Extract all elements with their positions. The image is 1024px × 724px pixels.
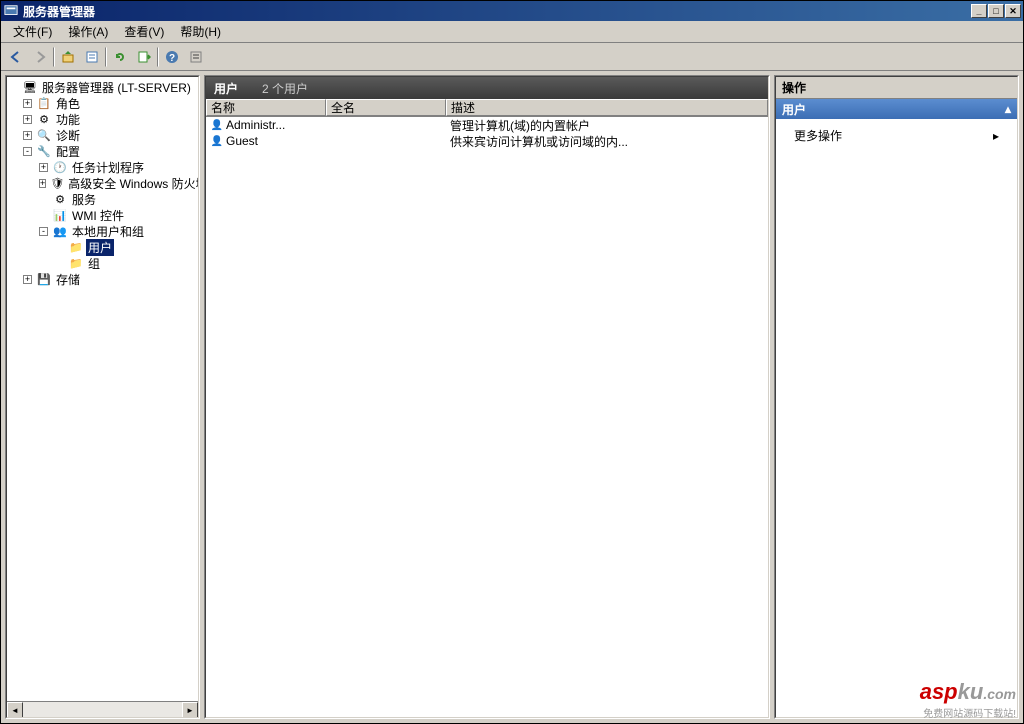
folder-icon: 📁	[68, 240, 84, 254]
toolbar: ?	[1, 43, 1023, 71]
help-button[interactable]: ?	[161, 46, 183, 68]
main-header: 用户 2 个用户	[206, 77, 768, 99]
users-icon: 👥	[52, 224, 68, 238]
firewall-icon: 🛡	[50, 176, 64, 190]
gear-icon: ⚙	[52, 192, 68, 206]
maximize-button[interactable]: □	[988, 4, 1004, 18]
actions-subtitle[interactable]: 用户 ▴	[776, 99, 1017, 119]
menu-file[interactable]: 文件(F)	[5, 21, 60, 42]
window-title: 服务器管理器	[23, 3, 971, 20]
up-button[interactable]	[57, 46, 79, 68]
col-name[interactable]: 名称	[206, 99, 326, 116]
actions-panel: 操作 用户 ▴ 更多操作 ▸	[774, 75, 1019, 719]
main-count: 2 个用户	[262, 80, 308, 97]
tree-diagnostics[interactable]: +🔍诊断	[9, 127, 196, 143]
tree-groups[interactable]: 📁组	[9, 255, 196, 271]
toolbar-separator	[105, 47, 107, 67]
collapse-icon[interactable]: -	[39, 227, 48, 236]
user-list[interactable]: 👤Administr... 管理计算机(域)的内置帐户 👤Guest 供来宾访问…	[206, 117, 768, 717]
expand-icon[interactable]: +	[39, 179, 46, 188]
content-area: 🖥服务器管理器 (LT-SERVER) +📋角色 +⚙功能 +🔍诊断 -🔧配置 …	[1, 71, 1023, 723]
list-row[interactable]: 👤Administr... 管理计算机(域)的内置帐户	[206, 117, 768, 133]
close-button[interactable]: ✕	[1005, 4, 1021, 18]
menu-action[interactable]: 操作(A)	[60, 21, 116, 42]
collapse-icon[interactable]: -	[23, 147, 32, 156]
scroll-track[interactable]	[23, 702, 182, 717]
actions-title: 操作	[776, 77, 1017, 99]
minimize-button[interactable]: _	[971, 4, 987, 18]
forward-button[interactable]	[29, 46, 51, 68]
toolbar-separator	[157, 47, 159, 67]
expand-icon[interactable]: +	[23, 275, 32, 284]
clock-icon: 🕐	[52, 160, 68, 174]
user-icon: 👤	[210, 134, 224, 148]
actions-body: 更多操作 ▸	[776, 119, 1017, 717]
tree-tasksched[interactable]: +🕐任务计划程序	[9, 159, 196, 175]
options-button[interactable]	[185, 46, 207, 68]
svg-text:?: ?	[169, 53, 175, 64]
tree-features[interactable]: +⚙功能	[9, 111, 196, 127]
nav-tree[interactable]: 🖥服务器管理器 (LT-SERVER) +📋角色 +⚙功能 +🔍诊断 -🔧配置 …	[7, 77, 198, 701]
properties-button[interactable]	[81, 46, 103, 68]
scroll-left-button[interactable]: ◄	[7, 702, 23, 718]
cell-name: Guest	[226, 134, 258, 148]
app-window: 服务器管理器 _ □ ✕ 文件(F) 操作(A) 查看(V) 帮助(H) ? 🖥…	[0, 0, 1024, 724]
export-button[interactable]	[133, 46, 155, 68]
main-title: 用户	[214, 80, 238, 97]
app-icon	[3, 3, 19, 19]
scroll-right-button[interactable]: ►	[182, 702, 198, 718]
tree-roles[interactable]: +📋角色	[9, 95, 196, 111]
menubar: 文件(F) 操作(A) 查看(V) 帮助(H)	[1, 21, 1023, 43]
cell-name: Administr...	[226, 118, 285, 132]
titlebar[interactable]: 服务器管理器 _ □ ✕	[1, 1, 1023, 21]
col-desc[interactable]: 描述	[446, 99, 768, 116]
list-row[interactable]: 👤Guest 供来宾访问计算机或访问域的内...	[206, 133, 768, 149]
tree-wmi[interactable]: 📊WMI 控件	[9, 207, 196, 223]
cell-desc: 管理计算机(域)的内置帐户	[450, 117, 590, 134]
tree-panel: 🖥服务器管理器 (LT-SERVER) +📋角色 +⚙功能 +🔍诊断 -🔧配置 …	[5, 75, 200, 719]
features-icon: ⚙	[36, 112, 52, 126]
menu-help[interactable]: 帮助(H)	[172, 21, 229, 42]
chevron-right-icon: ▸	[993, 129, 999, 143]
tree-root[interactable]: 🖥服务器管理器 (LT-SERVER)	[9, 79, 196, 95]
server-icon: 🖥	[22, 80, 38, 94]
toolbar-separator	[53, 47, 55, 67]
action-more[interactable]: 更多操作 ▸	[776, 123, 1017, 148]
collapse-arrow-icon: ▴	[1005, 102, 1011, 116]
menu-view[interactable]: 查看(V)	[116, 21, 172, 42]
expand-icon[interactable]: +	[23, 131, 32, 140]
cell-desc: 供来宾访问计算机或访问域的内...	[450, 133, 628, 150]
config-icon: 🔧	[36, 144, 52, 158]
window-controls: _ □ ✕	[971, 4, 1021, 18]
folder-icon: 📁	[68, 256, 84, 270]
roles-icon: 📋	[36, 96, 52, 110]
tree-storage[interactable]: +💾存储	[9, 271, 196, 287]
expand-icon[interactable]: +	[39, 163, 48, 172]
diagnostics-icon: 🔍	[36, 128, 52, 142]
wmi-icon: 📊	[52, 208, 68, 222]
storage-icon: 💾	[36, 272, 52, 286]
expand-icon[interactable]: +	[23, 99, 32, 108]
column-headers: 名称 全名 描述	[206, 99, 768, 117]
tree-config[interactable]: -🔧配置	[9, 143, 196, 159]
refresh-button[interactable]	[109, 46, 131, 68]
tree-services[interactable]: ⚙服务	[9, 191, 196, 207]
back-button[interactable]	[5, 46, 27, 68]
user-icon: 👤	[210, 118, 224, 132]
main-panel: 用户 2 个用户 名称 全名 描述 👤Administr... 管理计算机(域)…	[204, 75, 770, 719]
tree-users[interactable]: 📁用户	[9, 239, 196, 255]
tree-hscroll[interactable]: ◄ ►	[7, 701, 198, 717]
tree-firewall[interactable]: +🛡高级安全 Windows 防火墙	[9, 175, 196, 191]
tree-localug[interactable]: -👥本地用户和组	[9, 223, 196, 239]
col-full[interactable]: 全名	[326, 99, 446, 116]
expand-icon[interactable]: +	[23, 115, 32, 124]
